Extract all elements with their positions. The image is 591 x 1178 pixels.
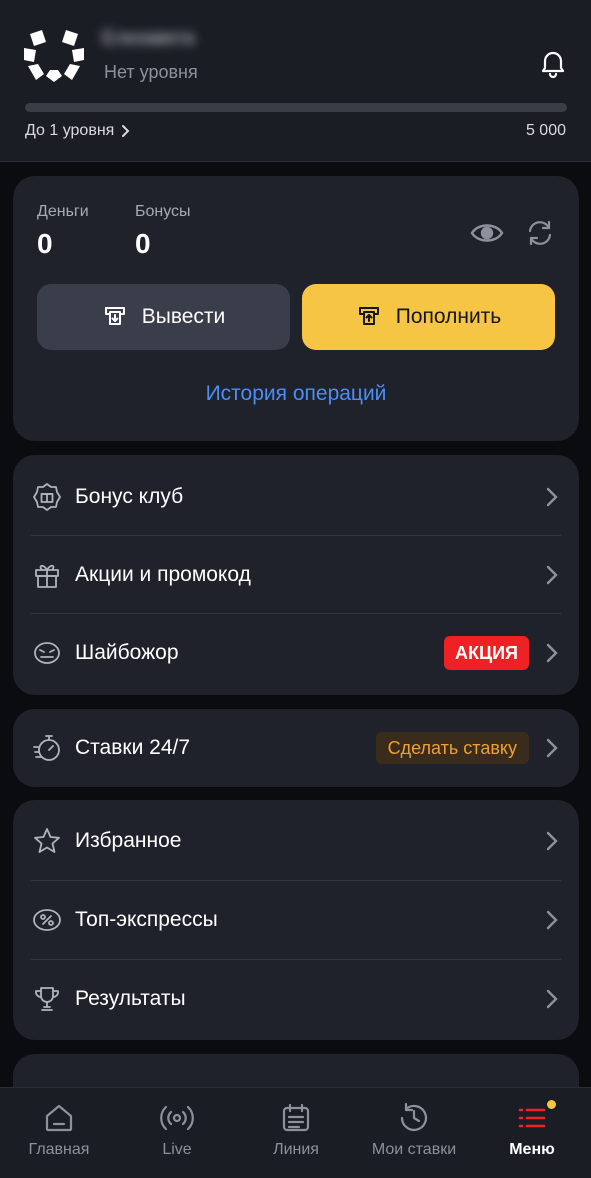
- balance-card: Деньги 0 Бонусы 0 Вывести Пополнить Исто…: [13, 176, 579, 441]
- chevron-right-icon: [546, 989, 558, 1009]
- notification-dot: [545, 1098, 558, 1111]
- username: Елизавета: [102, 28, 195, 49]
- stopwatch-icon: [33, 735, 60, 761]
- menu-item-bets-24-7[interactable]: Ставки 24/7 Сделать ставку: [31, 709, 561, 787]
- chevron-right-icon: [122, 125, 130, 137]
- next-level-amount: 5 000: [525, 122, 566, 139]
- menu-item-bonus-club[interactable]: Бонус клуб: [31, 458, 561, 536]
- operations-history-link[interactable]: История операций: [13, 382, 579, 406]
- express-icon: [33, 909, 61, 931]
- menu-item-label: Избранное: [75, 829, 182, 852]
- menu-item-shaibozhor[interactable]: Шайбожор АКЦИЯ: [31, 614, 561, 692]
- money-label: Деньги: [37, 203, 89, 220]
- trophy-icon: [35, 987, 59, 1011]
- menu-item-label: Бонус клуб: [75, 485, 184, 508]
- history-icon: [400, 1102, 428, 1131]
- deposit-icon: [358, 307, 379, 325]
- menu-item-label: Шайбожор: [75, 641, 179, 664]
- promo-badge: АКЦИЯ: [443, 636, 529, 670]
- menu-group-promos: Бонус клуб Акции и промокод Шайбожор АКЦ…: [13, 455, 579, 695]
- level-progress-bar: [25, 103, 567, 112]
- refresh-icon[interactable]: [525, 218, 555, 248]
- nav-label: Линия: [273, 1141, 319, 1158]
- bonus-label: Бонусы: [135, 203, 191, 220]
- gift-icon: [35, 564, 59, 588]
- chevron-right-icon: [546, 565, 558, 585]
- chevron-right-icon: [546, 487, 558, 507]
- withdraw-label: Вывести: [141, 305, 226, 328]
- star-icon: [34, 828, 60, 853]
- nav-live[interactable]: Live: [118, 1088, 236, 1178]
- puck-monster-icon: [34, 642, 60, 664]
- brand-logo-icon: [24, 30, 84, 82]
- nav-label: Live: [162, 1141, 192, 1158]
- chevron-right-icon: [546, 831, 558, 851]
- menu-item-favorites[interactable]: Избранное: [31, 802, 561, 880]
- menu-item-label: Топ-экспрессы: [75, 908, 218, 931]
- to-next-level-label: До 1 уровня: [25, 122, 115, 139]
- bell-icon[interactable]: [538, 48, 568, 78]
- home-icon: [45, 1104, 73, 1132]
- nav-line[interactable]: Линия: [237, 1088, 355, 1178]
- to-next-level-link[interactable]: До 1 уровня: [25, 122, 130, 140]
- chevron-right-icon: [546, 910, 558, 930]
- nav-my-bets[interactable]: Мои ставки: [355, 1088, 473, 1178]
- withdraw-icon: [104, 307, 125, 325]
- deposit-label: Пополнить: [395, 305, 502, 328]
- menu-item-promotions[interactable]: Акции и промокод: [31, 536, 561, 614]
- withdraw-button[interactable]: Вывести: [37, 284, 290, 350]
- calendar-icon: [282, 1103, 310, 1132]
- menu-item-label: Ставки 24/7: [75, 736, 191, 759]
- menu-item-top-express[interactable]: Топ-экспрессы: [31, 881, 561, 959]
- nav-menu[interactable]: Меню: [473, 1088, 591, 1178]
- chevron-right-icon: [546, 738, 558, 758]
- chevron-right-icon: [546, 643, 558, 663]
- nav-label: Главная: [28, 1141, 90, 1158]
- bonus-value: 0: [135, 228, 151, 259]
- menu-item-label: Акции и промокод: [75, 563, 251, 586]
- make-bet-badge: Сделать ставку: [375, 732, 529, 764]
- profile-header: Елизавета Нет уровня До 1 уровня 5 000: [0, 0, 591, 162]
- menu-group-favorites: Избранное Топ-экспрессы Результаты: [13, 800, 579, 1040]
- nav-label: Меню: [509, 1141, 555, 1158]
- nav-home[interactable]: Главная: [0, 1088, 118, 1178]
- menu-item-label: Результаты: [75, 987, 186, 1010]
- eye-icon[interactable]: [470, 218, 504, 248]
- live-icon: [160, 1105, 194, 1131]
- menu-icon: [518, 1108, 546, 1128]
- level-name: Нет уровня: [104, 62, 198, 82]
- deposit-button[interactable]: Пополнить: [302, 284, 555, 350]
- bottom-navigation: Главная Live Линия Мои ставки Меню: [0, 1087, 591, 1178]
- bonus-club-icon: [33, 483, 61, 511]
- nav-label: Мои ставки: [371, 1141, 457, 1158]
- money-value: 0: [37, 228, 53, 259]
- menu-group-bets: Ставки 24/7 Сделать ставку: [13, 709, 579, 787]
- menu-item-results[interactable]: Результаты: [31, 960, 561, 1038]
